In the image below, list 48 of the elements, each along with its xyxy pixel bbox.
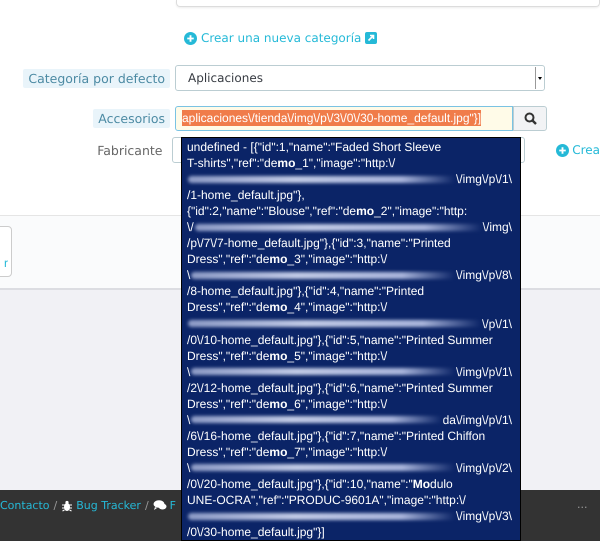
- suggestion-text[interactable]: /2\/12-home_default.jpg"},{"id":6,"name":"Printed Summer: [187, 380, 512, 396]
- suggestion-text: \/img\/p\/1\: [456, 364, 512, 379]
- suggestion-text: \/img\: [482, 220, 512, 234]
- suggestion-text: \: [187, 364, 190, 379]
- suggestion-text: \/img\/p\/3\: [456, 509, 512, 524]
- suggestion-text[interactable]: /1-home_default.jpg"},: [187, 187, 512, 204]
- chat-icon: [152, 500, 167, 511]
- suggestion-text: \/img\/p\/8\: [456, 268, 512, 282]
- suggestion-text[interactable]: {"id":2,"name":"Blouse","ref":"demo_2","image":"http:: [187, 203, 512, 220]
- suggestion-text[interactable]: /8-home_default.jpg"},{"id":4,"name":"Printed: [187, 283, 512, 300]
- suggestion-text: \/img\/p\/2\: [456, 460, 512, 475]
- footer-link[interactable]: Contacto: [0, 499, 50, 512]
- category-select[interactable]: Aplicaciones: [175, 65, 545, 91]
- suggestion-text: \: [187, 412, 190, 427]
- field-label: Fabricante: [96, 142, 164, 160]
- suggestion-text[interactable]: T-shirts","ref":"demo_1","image":"http:\/: [187, 155, 512, 172]
- suggestion-text[interactable]: /0\/20-home_default.jpg"},{"id":10,"name":"Modulo: [187, 476, 512, 492]
- suggestion-text[interactable]: /6\/16-home_default.jpg"},{"id":7,"name":"Printed Chiffon: [187, 428, 512, 444]
- suggestion-text[interactable]: /0\/30-home_default.jpg"}]: [187, 524, 512, 540]
- suggestion-text[interactable]: Dress","ref":"demo_6","image":"http:\/: [187, 396, 512, 412]
- external-link-icon: [365, 32, 378, 44]
- bug-icon: [61, 500, 74, 512]
- caret-icon: [535, 67, 544, 89]
- suggestion-text[interactable]: /p\/7\/7-home_default.jpg"},{"id":3,"name":"Printed: [187, 235, 512, 252]
- suggestion-text: \/img\/p\/1\: [456, 172, 512, 186]
- field-label: Categoría por defecto: [23, 68, 170, 88]
- field-label: Accesorios: [93, 108, 170, 128]
- suggestion-text[interactable]: Dress","ref":"demo_4","image":"http:\/: [187, 299, 512, 316]
- search-button[interactable]: [513, 106, 547, 130]
- suggestion-text: \: [187, 268, 190, 282]
- suggestion-text: \/: [187, 220, 194, 234]
- suggestion-text: da\/img\/p\/1\: [442, 412, 512, 427]
- suggestion-text: \/p\/1\: [482, 316, 512, 331]
- more-text: ...: [577, 498, 588, 511]
- suggestion-text[interactable]: Dress","ref":"demo_3","image":"http:\/: [187, 251, 512, 268]
- search-icon: [524, 112, 536, 124]
- separator: /: [144, 499, 149, 512]
- plus-circle-icon: [184, 32, 197, 44]
- suggestion-text[interactable]: /0\/10-home_default.jpg"},{"id":5,"name":"Printed Summer: [187, 332, 512, 348]
- footer-link[interactable]: F: [152, 499, 176, 512]
- separator: /: [54, 499, 58, 512]
- suggestion-text[interactable]: UNE-OCRA","ref":"PRODUC-9601A","image":"http:\/: [187, 492, 512, 508]
- plus-circle-icon: [556, 144, 570, 156]
- suggestion-text[interactable]: Dress","ref":"demo_7","image":"http:\/: [187, 444, 512, 460]
- suggestion-text[interactable]: undefined - [{"id":1,"name":"Faded Short Sleeve: [187, 139, 512, 156]
- footer-link[interactable]: Bug Tracker: [61, 499, 141, 512]
- suggestion-text: \: [187, 460, 190, 475]
- suggestion-text[interactable]: Dress","ref":"demo_5","image":"http:\/: [187, 348, 512, 364]
